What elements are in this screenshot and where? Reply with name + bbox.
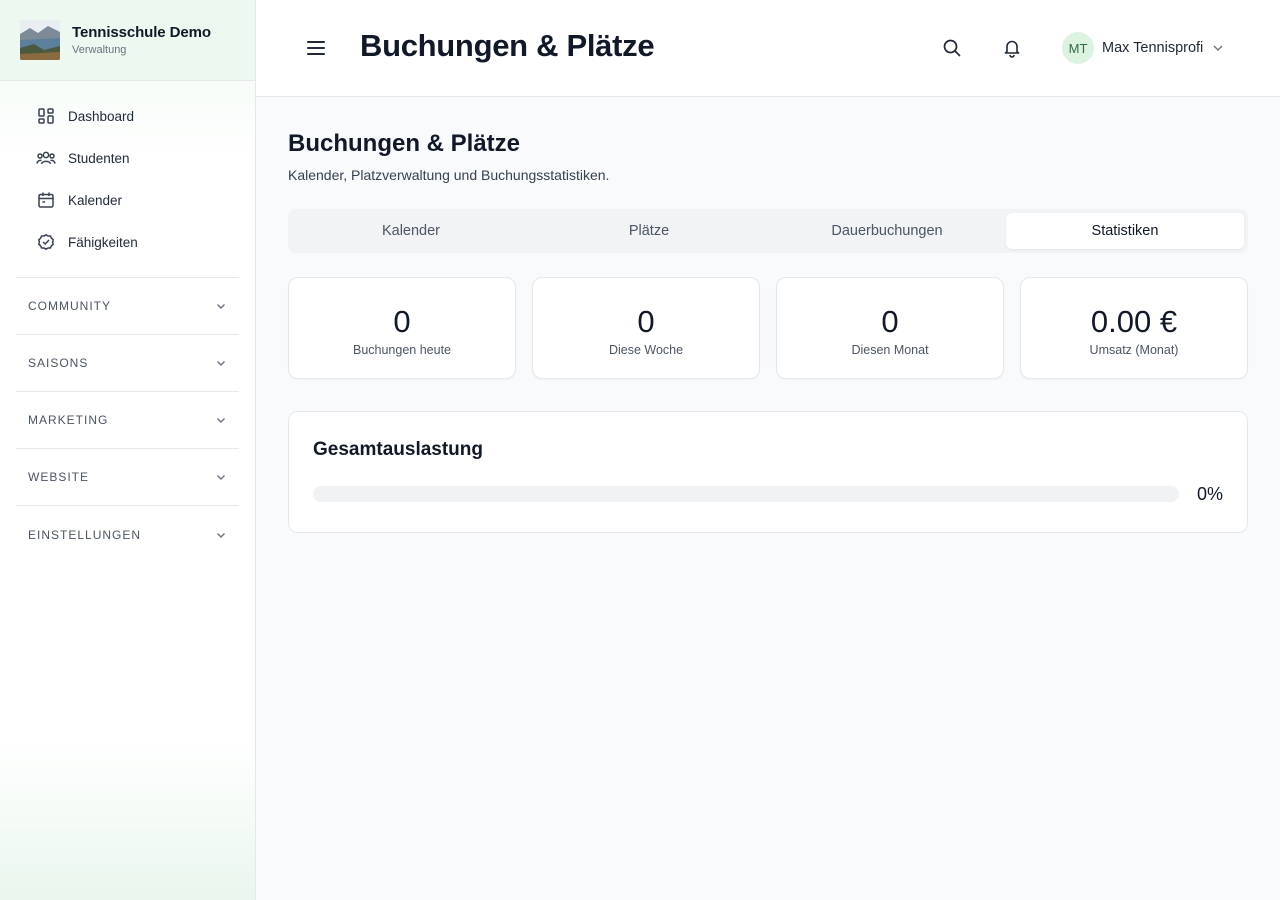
sidebar-section-einstellungen[interactable]: EINSTELLUNGEN [16,506,239,563]
stat-label: Diese Woche [608,342,684,357]
sidebar-item-faehigkeiten[interactable]: Fähigkeiten [0,221,255,263]
top-header: Buchungen & Plätze MT Max Tennisprofi [256,0,1280,97]
brand-logo [20,20,60,60]
sidebar-item-label: Dashboard [68,108,135,124]
sidebar-item-label: Kalender [68,192,123,208]
chevron-down-icon [217,304,225,309]
section-label: EINSTELLUNGEN [28,527,142,542]
stat-value: 0.00 € [1090,303,1178,339]
calendar-icon [36,190,56,210]
page-title: Buchungen & Plätze [288,130,521,157]
utilization-title: Gesamtauslastung [313,439,483,460]
tab-bar: Kalender Plätze Dauerbuchungen Statistik… [288,209,1248,253]
brand-subtitle: Verwaltung [72,44,127,56]
users-icon [36,148,56,168]
sidebar: Tennisschule Demo Verwaltung Dashboard S… [0,0,256,900]
utilization-card: Gesamtauslastung 0% [288,411,1248,533]
sidebar-section-marketing[interactable]: MARKETING [16,392,239,449]
utilization-progress-track [313,486,1179,502]
stat-label: Umsatz (Monat) [1089,342,1179,357]
bell-icon [1004,40,1020,58]
sidebar-section-saisons[interactable]: SAISONS [16,335,239,392]
stat-card-bookings-today: 0 Buchungen heute [288,277,516,379]
section-label: COMMUNITY [28,299,111,313]
user-name: Max Tennisprofi [1102,40,1204,56]
stats-row: 0 Buchungen heute 0 Diese Woche 0 Diesen… [288,277,1248,379]
header-title: Buchungen & Plätze [360,28,655,63]
search-icon [943,39,961,57]
hamburger-icon [307,41,325,55]
stat-value: 0 [881,303,899,339]
brand[interactable]: Tennisschule Demo Verwaltung [0,0,255,81]
sidebar-item-label: Studenten [68,150,130,166]
tab-dauerbuchungen[interactable]: Dauerbuchungen [768,213,1006,249]
tab-statistiken[interactable]: Statistiken [1006,213,1244,249]
user-menu[interactable]: MT Max Tennisprofi [1062,32,1225,64]
brand-name: Tennisschule Demo [72,24,211,41]
chevron-down-icon [217,418,225,423]
tab-plaetze[interactable]: Plätze [530,213,768,249]
stat-label: Buchungen heute [352,342,451,357]
chevron-down-icon [217,532,225,538]
avatar: MT [1062,32,1094,64]
check-circle-icon [36,232,56,252]
notifications-button[interactable] [1000,36,1024,60]
sidebar-sections: COMMUNITY SAISONS MARKETING WEBSITE EINS… [0,278,255,563]
chevron-down-icon [1211,41,1225,55]
section-label: WEBSITE [28,470,90,484]
sidebar-item-label: Fähigkeiten [68,234,138,250]
stat-label: Diesen Monat [851,342,929,357]
page-subtitle: Kalender, Platzverwaltung und Buchungsst… [288,167,610,183]
sidebar-item-dashboard[interactable]: Dashboard [0,95,255,137]
sidebar-section-community[interactable]: COMMUNITY [16,278,239,335]
stat-value: 0 [393,303,411,339]
search-button[interactable] [940,36,964,60]
utilization-percent: 0% [1196,484,1223,504]
dashboard-icon [36,106,56,126]
stat-value: 0 [637,303,655,339]
tab-kalender[interactable]: Kalender [292,213,530,249]
sidebar-item-kalender[interactable]: Kalender [0,179,255,221]
chevron-down-icon [217,475,225,480]
chevron-down-icon [217,361,225,366]
sidebar-nav: Dashboard Studenten Kalender Fähigkeiten [0,81,255,263]
section-label: MARKETING [28,413,109,427]
sidebar-item-studenten[interactable]: Studenten [0,137,255,179]
stat-card-this-week: 0 Diese Woche [532,277,760,379]
section-label: SAISONS [28,356,89,370]
stat-card-this-month: 0 Diesen Monat [776,277,1004,379]
menu-button[interactable] [304,36,328,60]
stat-card-revenue: 0.00 € Umsatz (Monat) [1020,277,1248,379]
sidebar-section-website[interactable]: WEBSITE [16,449,239,506]
